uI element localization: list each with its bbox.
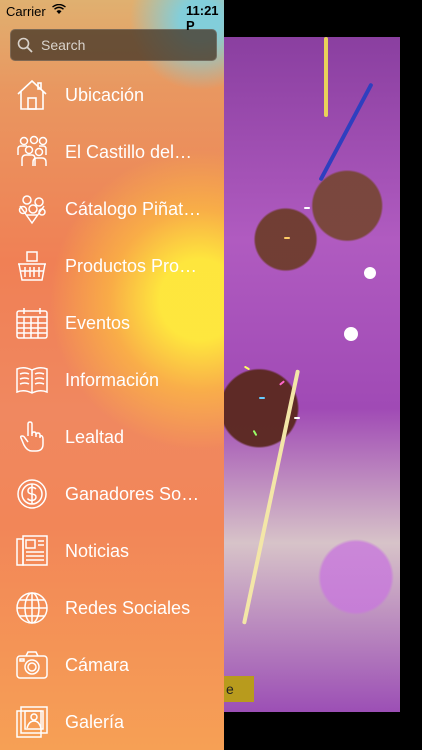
menu-item-informacion[interactable]: Información (0, 351, 224, 408)
calendar-icon (15, 306, 49, 340)
people-icon (15, 135, 49, 169)
book-icon (15, 363, 49, 397)
carrier-label: Carrier (6, 4, 46, 19)
gallery-icon (15, 705, 49, 739)
menu-item-eventos[interactable]: Eventos (0, 294, 224, 351)
globe-icon (15, 591, 49, 625)
background-button[interactable]: e (224, 676, 254, 702)
search-icon (17, 37, 33, 53)
menu-item-productos[interactable]: Productos Pro… (0, 237, 224, 294)
menu-item-redes-sociales[interactable]: Redes Sociales (0, 579, 224, 636)
side-drawer: Search Ubicación El Castillo del… Cátalo… (0, 0, 224, 750)
flowers-icon (15, 192, 49, 226)
basket-icon (15, 249, 49, 283)
menu-item-noticias[interactable]: Noticias (0, 522, 224, 579)
menu-item-catalogo[interactable]: Cátalogo Piñat… (0, 180, 224, 237)
menu-label: Cátalogo Piñat… (65, 199, 202, 219)
menu-item-ganadores[interactable]: Ganadores So… (0, 465, 224, 522)
wifi-icon (52, 4, 66, 15)
menu-label: Información (65, 370, 160, 390)
menu-label: Ganadores So… (65, 484, 200, 504)
hand-pointer-icon (15, 420, 49, 454)
menu-item-camara[interactable]: Cámara (0, 636, 224, 693)
menu-label: Galería (65, 712, 125, 732)
menu-label: Ubicación (65, 85, 145, 105)
menu-label: Lealtad (65, 427, 125, 447)
menu-label: El Castillo del… (65, 142, 193, 162)
menu-label: Cámara (65, 655, 130, 675)
camera-icon (15, 648, 49, 682)
search-input[interactable]: Search (10, 29, 217, 61)
status-time: 11:21 P (186, 3, 219, 33)
search-placeholder: Search (41, 37, 86, 53)
menu-item-ubicacion[interactable]: Ubicación (0, 66, 224, 123)
menu-label: Productos Pro… (65, 256, 198, 276)
newspaper-icon (15, 534, 49, 568)
house-icon (15, 78, 49, 112)
menu-label: Noticias (65, 541, 130, 561)
dollar-coin-icon (15, 477, 49, 511)
menu-label: Redes Sociales (65, 598, 191, 618)
menu-label: Eventos (65, 313, 131, 333)
menu-item-galeria[interactable]: Galería (0, 693, 224, 750)
menu-item-el-castillo[interactable]: El Castillo del… (0, 123, 224, 180)
status-bar: Carrier 11:21 P (0, 0, 230, 33)
menu-item-lealtad[interactable]: Lealtad (0, 408, 224, 465)
background-photo (224, 37, 400, 712)
side-menu: Ubicación El Castillo del… Cátalogo Piña… (0, 66, 224, 750)
